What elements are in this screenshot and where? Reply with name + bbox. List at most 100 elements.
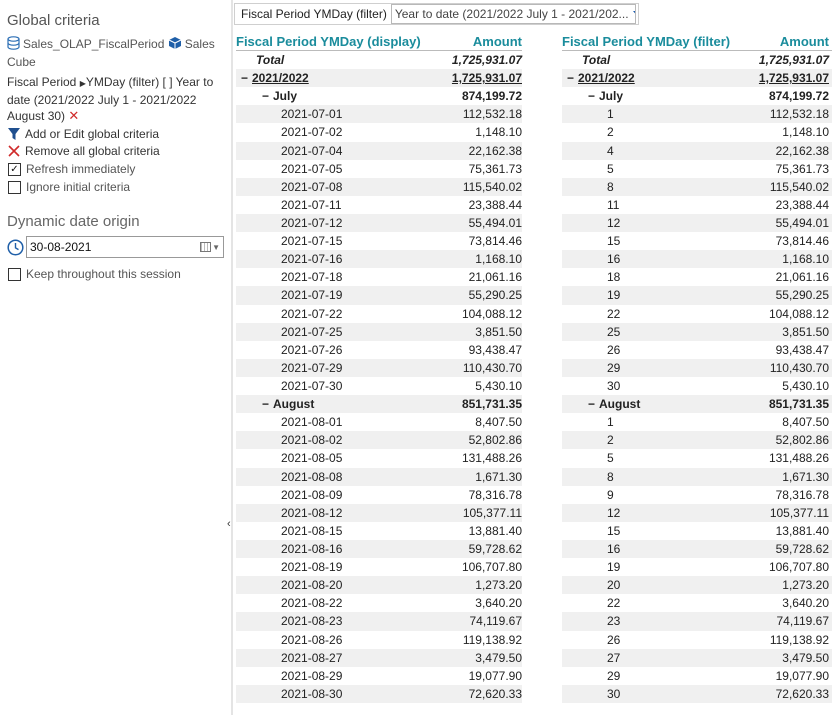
table-row: 15 13,881.40: [562, 522, 832, 540]
day-amount: 22,162.38: [775, 143, 829, 158]
remove-criterion-icon[interactable]: ✕: [68, 108, 79, 123]
day-amount: 55,494.01: [775, 216, 829, 231]
day-amount: 59,728.62: [775, 542, 829, 556]
august-label-cell[interactable]: − August: [562, 397, 732, 411]
day-label: 8: [607, 469, 614, 484]
collapse-minus-icon[interactable]: −: [567, 71, 578, 85]
day-label: 2021-07-19: [281, 288, 343, 303]
july-label-cell[interactable]: − July: [236, 89, 426, 103]
day-amount: 112,532.18: [769, 107, 829, 122]
collapse-minus-icon[interactable]: −: [262, 89, 273, 103]
day-label: 2021-08-26: [281, 632, 343, 647]
collapse-minus-icon[interactable]: −: [241, 71, 252, 85]
refresh-label: Refresh immediately: [26, 162, 136, 176]
day-label: 2021-08-02: [281, 433, 343, 448]
table-row: 2021-07-08 115,540.02: [236, 177, 522, 196]
august-label: August: [273, 397, 315, 412]
table-row: 2021-08-09 78,316.78: [236, 486, 522, 504]
day-amount: 1,168.10: [475, 252, 522, 267]
table-row: 16 1,168.10: [562, 250, 832, 269]
day-label: 2021-08-05: [281, 451, 343, 466]
day-amount: 3,640.20: [782, 596, 829, 611]
filter-select[interactable]: Year to date (2021/2022 July 1 - 2021/20…: [390, 4, 636, 24]
day-amount: 5,430.10: [782, 379, 829, 394]
year-row[interactable]: −2021/2022 1,725,931.07: [562, 69, 832, 88]
add-edit-criteria-button[interactable]: Add or Edit global criteria: [7, 127, 159, 141]
day-amount: 119,138.92: [769, 632, 829, 647]
criterion-item[interactable]: Fiscal Period ▶YMDay (filter) [ ] Year t…: [7, 74, 222, 124]
refresh-immediately-checkbox[interactable]: ✓ Refresh immediately: [8, 162, 135, 176]
year-total: 1,725,931.07: [451, 71, 522, 86]
day-label: 2021-08-19: [281, 560, 343, 575]
total-value: 1,725,931.07: [451, 53, 522, 68]
ignore-initial-checkbox[interactable]: Ignore initial criteria: [8, 180, 130, 194]
day-label: 20: [607, 578, 621, 593]
filter-bar: Fiscal Period YMDay (filter) Year to dat…: [234, 3, 639, 25]
table-row: 27 3,479.50: [562, 648, 832, 667]
table-row: 2021-08-30 72,620.33: [236, 684, 522, 703]
day-label: 2021-08-12: [281, 505, 343, 520]
day-label: 2021-08-20: [281, 578, 343, 593]
day-label: 12: [607, 505, 621, 520]
day-amount: 73,814.46: [468, 234, 522, 249]
day-label: 8: [607, 179, 614, 194]
collapse-handle-icon[interactable]: ‹: [227, 518, 231, 530]
day-label: 30: [607, 686, 621, 701]
year-label-cell[interactable]: −2021/2022: [562, 71, 732, 85]
data-source[interactable]: Sales_OLAP_FiscalPeriod Sales Cube: [7, 36, 222, 70]
day-amount: 22,162.38: [468, 143, 522, 158]
day-amount: 3,479.50: [782, 650, 829, 665]
collapse-minus-icon[interactable]: −: [588, 397, 599, 411]
collapse-minus-icon[interactable]: −: [262, 397, 273, 411]
day-label: 30: [607, 379, 621, 394]
table-row: 12 55,494.01: [562, 213, 832, 233]
table-row: 2021-08-29 19,077.90: [236, 667, 522, 685]
table-row: 2021-07-12 55,494.01: [236, 213, 522, 233]
table-row: 2021-08-12 105,377.11: [236, 503, 522, 522]
day-label: 19: [607, 560, 621, 575]
day-label: 26: [607, 632, 621, 647]
pivot-table-display: Fiscal Period YMDay (display) Amount Total…: [236, 33, 522, 703]
table-row: 20 1,273.20: [562, 576, 832, 595]
table-row: 2 52,802.86: [562, 431, 832, 450]
year-row[interactable]: −2021/2022 1,725,931.07: [236, 69, 522, 88]
keep-session-checkbox[interactable]: Keep throughout this session: [8, 267, 181, 281]
day-amount: 115,540.02: [769, 179, 829, 194]
day-amount: 75,361.73: [775, 161, 829, 176]
day-label: 2021-07-02: [281, 125, 343, 140]
table-row: 12 105,377.11: [562, 503, 832, 522]
table-row: 2021-08-16 59,728.62: [236, 539, 522, 559]
day-amount: 75,361.73: [468, 161, 522, 176]
ignore-checkbox-box[interactable]: [8, 180, 21, 194]
table-row: 2021-08-19 106,707.80: [236, 558, 522, 576]
day-label: 5: [607, 451, 614, 466]
table-row: 4 22,162.38: [562, 141, 832, 160]
table-row: 2021-08-02 52,802.86: [236, 431, 522, 450]
august-label-cell[interactable]: − August: [236, 397, 426, 411]
table-header: Fiscal Period YMDay (filter) Amount: [562, 33, 832, 51]
august-row[interactable]: − August 851,731.35: [562, 395, 832, 414]
day-label: 2021-07-16: [281, 252, 343, 267]
refresh-checkbox-box[interactable]: ✓: [8, 162, 21, 176]
july-label-cell[interactable]: − July: [562, 89, 732, 103]
keep-checkbox-box[interactable]: [8, 267, 21, 281]
collapse-minus-icon[interactable]: −: [588, 89, 599, 103]
july-row[interactable]: − July 874,199.72: [236, 87, 522, 105]
july-row[interactable]: − July 874,199.72: [562, 87, 832, 105]
remove-all-criteria-button[interactable]: Remove all global criteria: [7, 144, 160, 158]
table-row: 2021-07-05 75,361.73: [236, 160, 522, 178]
day-amount: 59,728.62: [468, 542, 522, 556]
day-amount: 55,290.25: [775, 288, 829, 303]
date-origin-input[interactable]: 30-08-2021 ▼: [26, 236, 224, 258]
day-amount: 3,640.20: [475, 596, 522, 611]
day-amount: 119,138.92: [462, 632, 522, 647]
table-row: 11 23,388.44: [562, 196, 832, 214]
year-label: 2021/2022: [252, 71, 309, 86]
day-label: 2021-08-01: [281, 415, 343, 430]
calendar-dropdown[interactable]: ▼: [200, 242, 220, 252]
day-label: 19: [607, 288, 621, 303]
august-row[interactable]: − August 851,731.35: [236, 395, 522, 414]
day-amount: 13,881.40: [775, 523, 829, 538]
panel-splitter[interactable]: [231, 0, 233, 715]
year-label-cell[interactable]: −2021/2022: [236, 71, 426, 85]
